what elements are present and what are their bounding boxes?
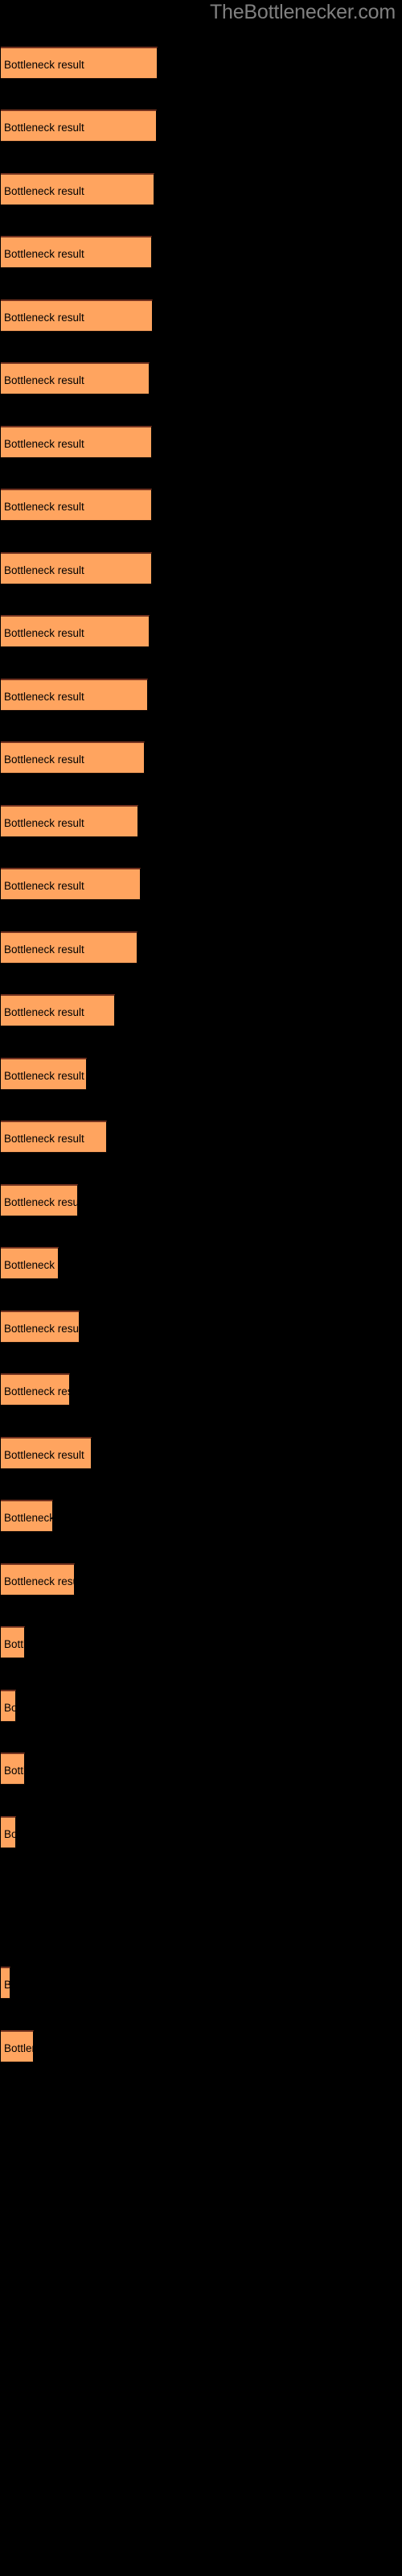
bar-label: Bottleneck result bbox=[4, 1133, 84, 1145]
bar-label: Bottleneck result bbox=[4, 817, 84, 829]
bar[interactable]: Bottleneck result bbox=[1, 931, 137, 964]
bar-label: Bottleneck result bbox=[4, 1196, 78, 1208]
bar[interactable]: Bottleneck result bbox=[1, 1247, 59, 1279]
bar[interactable]: Bottleneck result bbox=[1, 109, 157, 142]
bar[interactable]: Bottleneck result bbox=[1, 868, 141, 900]
bar-label: Bottleneck result bbox=[4, 1385, 69, 1397]
bar-row: Bottleneck result bbox=[0, 1437, 402, 1469]
bar-row: Bottleneck result bbox=[0, 1967, 402, 1999]
bar-row: Bottleneck result bbox=[0, 426, 402, 458]
bar-label: Bottleneck result bbox=[4, 943, 84, 956]
bar-row: Bottleneck result bbox=[0, 489, 402, 521]
bar[interactable]: Bottleneck result bbox=[1, 1967, 10, 1999]
bar-label: Bottleneck result bbox=[4, 2042, 33, 2054]
bar[interactable]: Bottleneck result bbox=[1, 1690, 16, 1722]
bar-label: Bottleneck result bbox=[4, 627, 84, 639]
bar[interactable]: Bottleneck result bbox=[1, 615, 150, 647]
bar-row: Bottleneck result bbox=[0, 1563, 402, 1596]
bar-label: Bottleneck result bbox=[4, 1828, 16, 1840]
bar-label: Bottleneck result bbox=[4, 312, 84, 324]
bar-row: Bottleneck result bbox=[0, 931, 402, 964]
bar-row: Bottleneck result bbox=[0, 868, 402, 900]
bar-row: Bottleneck result bbox=[0, 615, 402, 647]
bar[interactable]: Bottleneck result bbox=[1, 1184, 78, 1216]
bar[interactable]: Bottleneck result bbox=[1, 426, 152, 458]
bar[interactable]: Bottleneck result bbox=[1, 1121, 107, 1153]
bar-row: Bottleneck result bbox=[0, 173, 402, 205]
bar-row: Bottleneck result bbox=[0, 1373, 402, 1406]
bar[interactable]: Bottleneck result bbox=[1, 741, 145, 774]
bar-row: Bottleneck result bbox=[0, 109, 402, 142]
bar-row: Bottleneck result bbox=[0, 679, 402, 711]
bar-label: Bottleneck result bbox=[4, 1512, 53, 1524]
bar-row: Bottleneck result bbox=[0, 1752, 402, 1785]
bar[interactable]: Bottleneck result bbox=[1, 1311, 80, 1343]
bar-row: Bottleneck result bbox=[0, 2030, 402, 2062]
bar[interactable]: Bottleneck result bbox=[1, 1437, 92, 1469]
bar[interactable]: Bottleneck result bbox=[1, 552, 152, 584]
bar-label: Bottleneck result bbox=[4, 185, 84, 197]
bar-row: Bottleneck result bbox=[0, 1247, 402, 1279]
bar[interactable]: Bottleneck result bbox=[1, 1373, 70, 1406]
bar-label: Bottleneck result bbox=[4, 122, 84, 134]
bar[interactable]: Bottleneck result bbox=[1, 236, 152, 268]
bar-label: Bottleneck result bbox=[4, 438, 84, 450]
bar-row: Bottleneck result bbox=[0, 1311, 402, 1343]
horizontal-bar-chart: Bottleneck result Bottleneck result Bottle… bbox=[0, 0, 402, 2576]
bar-row: Bottleneck result bbox=[0, 1121, 402, 1153]
bar-row: Bottleneck result bbox=[0, 362, 402, 394]
bar-row: Bottleneck result bbox=[0, 1500, 402, 1532]
bar[interactable]: Bottleneck result bbox=[1, 679, 148, 711]
bar-row: Bottleneck result bbox=[0, 741, 402, 774]
bar-label: Bottleneck result bbox=[4, 1702, 16, 1714]
bar[interactable]: Bottleneck result bbox=[1, 2030, 34, 2062]
bar[interactable]: Bottleneck result bbox=[1, 47, 158, 79]
bar-row: Bottleneck result bbox=[0, 805, 402, 837]
bar-label: Bottleneck result bbox=[4, 1575, 74, 1587]
bar-label: Bottleneck result bbox=[4, 501, 84, 513]
bar[interactable]: Bottleneck result bbox=[1, 362, 150, 394]
bar-row: Bottleneck result bbox=[0, 236, 402, 268]
bar-row: Bottleneck result bbox=[0, 994, 402, 1026]
bar[interactable]: Bottleneck result bbox=[1, 299, 153, 332]
bar-row bbox=[0, 1904, 402, 1936]
bar-label: Bottleneck result bbox=[4, 753, 84, 766]
bar[interactable]: Bottleneck result bbox=[1, 994, 115, 1026]
bar-row: Bottleneck result bbox=[0, 552, 402, 584]
bottleneck-chart-page: TheBottlenecker.com Bottleneck result Bot… bbox=[0, 0, 402, 2576]
bar-label: Bottleneck result bbox=[4, 1638, 25, 1650]
bar[interactable]: Bottleneck result bbox=[1, 1500, 53, 1532]
bar-label: Bottleneck result bbox=[4, 1259, 58, 1271]
bar-row: Bottleneck result bbox=[0, 1626, 402, 1658]
bar[interactable]: Bottleneck result bbox=[1, 1816, 16, 1848]
bar-label: Bottleneck result bbox=[4, 880, 84, 892]
bar-row: Bottleneck result bbox=[0, 1058, 402, 1090]
bar-label: Bottleneck result bbox=[4, 1968, 10, 1998]
bar-label: Bottleneck result bbox=[4, 691, 84, 703]
bar-row: Bottleneck result bbox=[0, 1184, 402, 1216]
bar[interactable]: Bottleneck result bbox=[1, 1626, 25, 1658]
bar-label: Bottleneck result bbox=[4, 1765, 25, 1777]
bar-label: Bottleneck result bbox=[4, 1449, 84, 1461]
bar[interactable]: Bottleneck result bbox=[1, 489, 152, 521]
bar-row: Bottleneck result bbox=[0, 1816, 402, 1848]
bar[interactable]: Bottleneck result bbox=[1, 1752, 25, 1785]
bar-row: Bottleneck result bbox=[0, 47, 402, 79]
bar-label: Bottleneck result bbox=[4, 59, 84, 71]
bar-label: Bottleneck result bbox=[4, 374, 84, 386]
bar-label: Bottleneck result bbox=[4, 1323, 80, 1335]
bar[interactable]: Bottleneck result bbox=[1, 805, 138, 837]
bar-row: Bottleneck result bbox=[0, 1690, 402, 1722]
bar-label: Bottleneck result bbox=[4, 1070, 84, 1082]
bar-label: Bottleneck result bbox=[4, 1006, 84, 1018]
bar[interactable]: Bottleneck result bbox=[1, 1058, 87, 1090]
bar[interactable]: Bottleneck result bbox=[1, 1563, 75, 1596]
bar-label: Bottleneck result bbox=[4, 248, 84, 260]
bar-row: Bottleneck result bbox=[0, 299, 402, 332]
bar-label: Bottleneck result bbox=[4, 564, 84, 576]
bar[interactable]: Bottleneck result bbox=[1, 173, 154, 205]
